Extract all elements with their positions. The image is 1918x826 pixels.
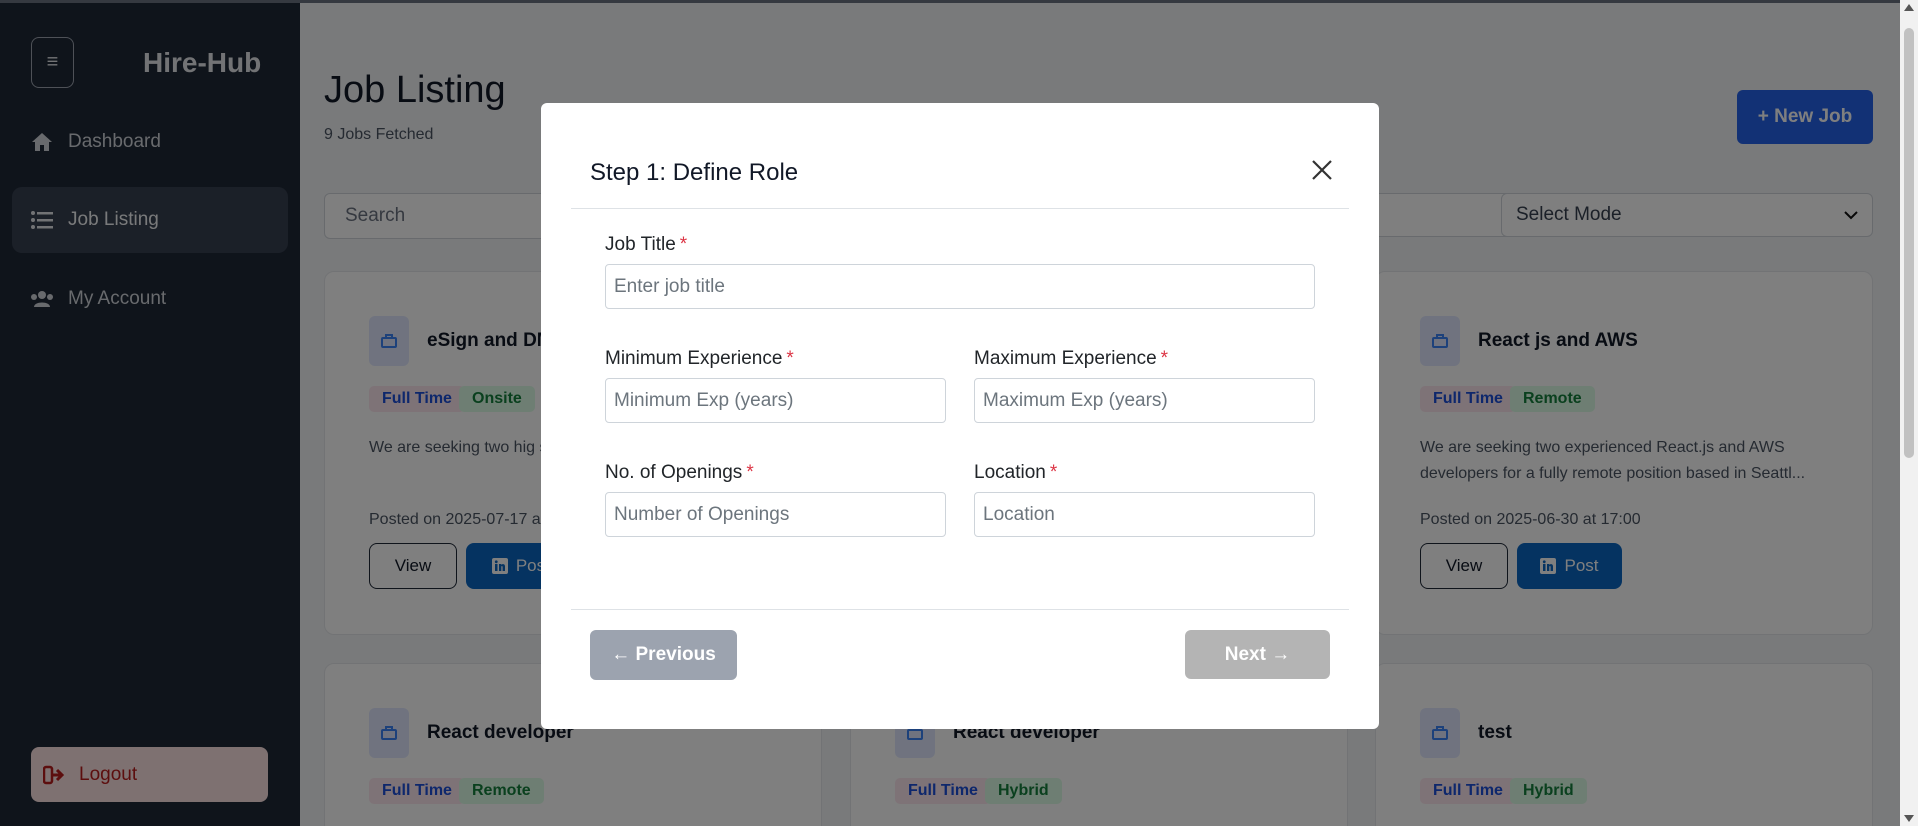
scrollbar[interactable] xyxy=(1900,0,1918,826)
modal-divider xyxy=(571,208,1349,209)
openings-placeholder: Number of Openings xyxy=(614,503,790,525)
max-exp-placeholder: Maximum Exp (years) xyxy=(983,389,1168,411)
scrollbar-thumb[interactable] xyxy=(1904,28,1914,458)
required-mark: * xyxy=(746,462,754,483)
next-button[interactable]: Next → xyxy=(1185,630,1330,679)
openings-label: No. of Openings * xyxy=(605,462,754,484)
location-input[interactable]: Location xyxy=(974,492,1315,537)
location-label: Location * xyxy=(974,462,1057,484)
close-icon[interactable] xyxy=(1307,155,1337,185)
min-exp-label-text: Minimum Experience xyxy=(605,348,783,369)
job-title-label: Job Title * xyxy=(605,234,687,256)
previous-button[interactable]: ← Previous xyxy=(590,630,737,680)
scroll-up-arrow-icon[interactable] xyxy=(1904,4,1914,11)
job-title-label-text: Job Title xyxy=(605,234,676,255)
max-exp-input[interactable]: Maximum Exp (years) xyxy=(974,378,1315,423)
job-title-placeholder: Enter job title xyxy=(614,275,725,297)
required-mark: * xyxy=(1049,462,1058,483)
max-exp-label: Maximum Experience * xyxy=(974,348,1168,370)
location-placeholder: Location xyxy=(983,503,1055,525)
modal-footer-divider xyxy=(571,609,1349,610)
job-title-input[interactable]: Enter job title xyxy=(605,264,1315,309)
location-label-text: Location xyxy=(974,462,1046,483)
min-exp-input[interactable]: Minimum Exp (years) xyxy=(605,378,946,423)
max-exp-label-text: Maximum Experience xyxy=(974,348,1157,369)
min-exp-placeholder: Minimum Exp (years) xyxy=(614,389,794,411)
min-exp-label: Minimum Experience * xyxy=(605,348,794,370)
scroll-down-arrow-icon[interactable] xyxy=(1904,815,1914,822)
openings-input[interactable]: Number of Openings xyxy=(605,492,946,537)
required-mark: * xyxy=(1160,348,1169,369)
modal-title: Step 1: Define Role xyxy=(590,159,799,186)
openings-label-text: No. of Openings xyxy=(605,462,743,483)
create-job-modal: Step 1: Define Role Job Title * Enter job… xyxy=(541,103,1379,729)
required-mark: * xyxy=(679,234,688,255)
required-mark: * xyxy=(786,348,794,369)
